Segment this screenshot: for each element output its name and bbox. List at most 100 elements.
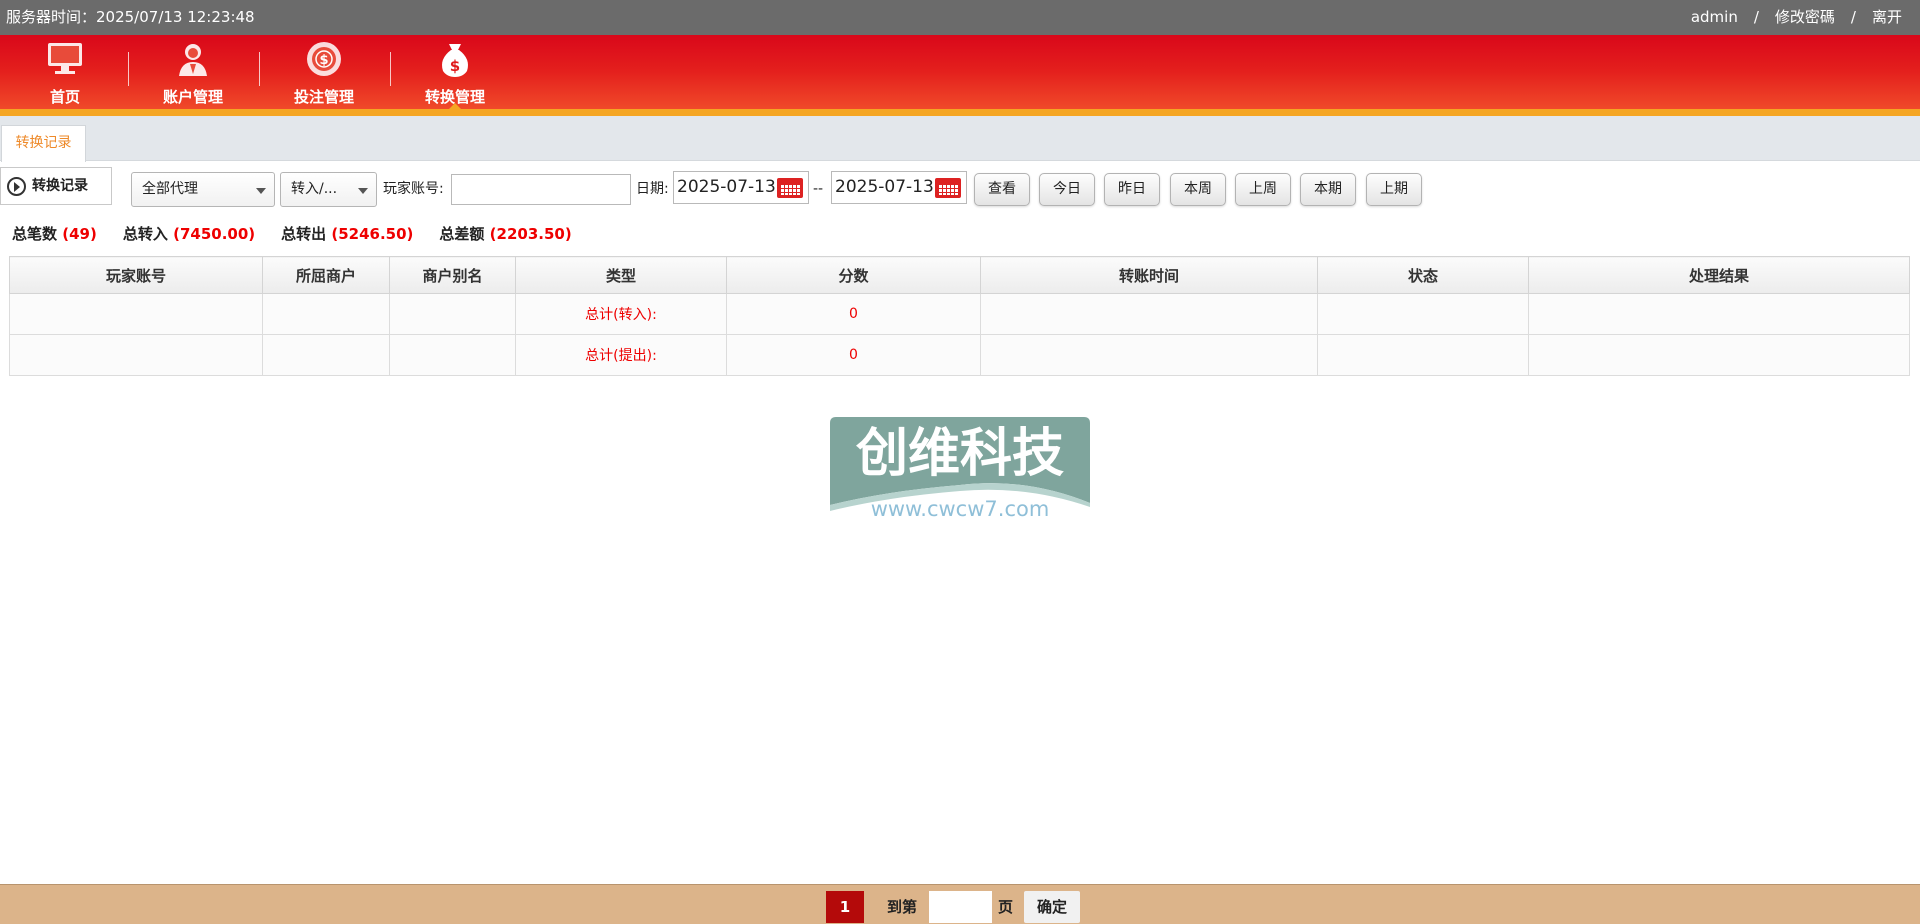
user-icon: [179, 44, 207, 76]
nav-label: 首页: [49, 88, 80, 106]
page-number-input[interactable]: [929, 891, 992, 923]
column-header: 处理结果: [1528, 256, 1910, 294]
nav-label: 账户管理: [162, 88, 223, 106]
agent-select[interactable]: 全部代理: [131, 172, 275, 207]
totals-summary: 总笔数 (49) 总转入 (7450.00) 总转出 (5246.50) 总差额…: [12, 223, 598, 244]
current-page-button[interactable]: 1: [826, 891, 864, 923]
section-label-text: 转换记录: [32, 178, 88, 194]
total-count-value: (49): [62, 225, 97, 243]
yesterday-button[interactable]: 昨日: [1104, 173, 1160, 206]
main-nav: 首页 账户管理 $ 投注管理 $ 转换管理: [0, 35, 1920, 116]
last-week-button[interactable]: 上周: [1235, 173, 1291, 206]
transfer-records-table: 玩家账号 所屈商户 商户别名 类型 分数 转账时间 状态 处理结果 总计(转入)…: [9, 256, 1910, 376]
table-cell: [9, 293, 263, 335]
column-header: 分数: [726, 256, 981, 294]
table-cell: [262, 334, 390, 376]
nav-label: 投注管理: [293, 88, 354, 106]
table-cell: [262, 293, 390, 335]
chevron-down-icon: [358, 188, 368, 194]
total-diff: 总差额 (2203.50): [439, 223, 571, 244]
logout-link[interactable]: 离开: [1866, 0, 1908, 35]
svg-text:$: $: [319, 53, 328, 68]
nav-item-accounts[interactable]: 账户管理: [128, 35, 258, 109]
total-score-cell: 0: [726, 293, 981, 335]
column-header: 玩家账号: [9, 256, 263, 294]
pagination-bar: 1 到第 页 确定: [0, 884, 1920, 924]
column-header: 类型: [515, 256, 727, 294]
total-count: 总笔数 (49): [12, 223, 97, 244]
last-period-button[interactable]: 上期: [1366, 173, 1422, 206]
separator: /: [1753, 8, 1759, 26]
total-out-label: 总转出: [281, 225, 327, 243]
type-select[interactable]: 转入/...: [280, 172, 377, 207]
table-cell: [980, 293, 1318, 335]
total-out: 总转出 (5246.50): [281, 223, 413, 244]
table-cell: [1317, 334, 1529, 376]
date-label: 日期:: [636, 181, 669, 197]
top-status-bar: 服务器时间：2025/07/13 12:23:48 admin / 修改密碼 /…: [0, 0, 1920, 35]
filter-toolbar: 转换记录 全部代理 转入/... 玩家账号: 日期: 2025-07-13 --…: [0, 166, 1920, 207]
calendar-icon[interactable]: [935, 178, 961, 198]
date-separator: --: [813, 181, 824, 197]
monitor-icon: [48, 43, 82, 74]
total-in-label: 总转入: [122, 225, 168, 243]
username: admin: [1690, 8, 1738, 26]
money-bag-icon: $: [442, 44, 468, 77]
column-header: 所屈商户: [262, 256, 390, 294]
table-cell: [980, 334, 1318, 376]
column-header: 商户别名: [389, 256, 516, 294]
confirm-button[interactable]: 确定: [1024, 891, 1080, 923]
nav-item-bets[interactable]: $ 投注管理: [259, 35, 389, 109]
table-cell: [389, 334, 516, 376]
total-out-value: (5246.50): [331, 225, 414, 243]
separator: /: [1850, 8, 1856, 26]
total-type-cell: 总计(提出):: [515, 334, 727, 376]
tab-transfer-records[interactable]: 转换记录: [1, 125, 86, 162]
table-row: 总计(提出): 0: [9, 334, 1910, 376]
agent-select-value: 全部代理: [142, 181, 198, 197]
watermark-logo: 创维科技 www.cwcw7.com: [830, 417, 1090, 521]
account-label: 玩家账号:: [383, 181, 444, 197]
table-row: 总计(转入): 0: [9, 293, 1910, 335]
page-label: 页: [998, 898, 1014, 916]
svg-text:$: $: [450, 57, 460, 75]
today-button[interactable]: 今日: [1039, 173, 1095, 206]
view-button[interactable]: 查看: [974, 173, 1030, 206]
chip-icon: $: [307, 42, 341, 76]
account-input[interactable]: [451, 174, 631, 205]
table-cell: [1317, 293, 1529, 335]
total-type-cell: 总计(转入):: [515, 293, 727, 335]
date-from-input[interactable]: 2025-07-13: [673, 171, 809, 204]
calendar-icon[interactable]: [777, 178, 803, 198]
change-password-link[interactable]: 修改密碼: [1769, 0, 1841, 35]
nav-item-home[interactable]: 首页: [0, 35, 130, 109]
column-header: 状态: [1317, 256, 1529, 294]
play-circle-icon: [7, 177, 26, 196]
this-week-button[interactable]: 本周: [1170, 173, 1226, 206]
nav-item-transfer[interactable]: $ 转换管理: [390, 35, 520, 110]
chevron-down-icon: [256, 188, 266, 194]
table-header-row: 玩家账号 所屈商户 商户别名 类型 分数 转账时间 状态 处理结果: [9, 256, 1910, 294]
total-score-cell: 0: [726, 334, 981, 376]
table-cell: [389, 293, 516, 335]
total-in-value: (7450.00): [173, 225, 256, 243]
table-cell: [9, 334, 263, 376]
watermark-title: 创维科技: [855, 424, 1064, 484]
total-diff-value: (2203.50): [489, 225, 572, 243]
tab-bar: 转换记录: [0, 116, 1920, 162]
server-time: 服务器时间：2025/07/13 12:23:48: [6, 8, 255, 26]
table-cell: [1528, 334, 1910, 376]
total-count-label: 总笔数: [12, 225, 58, 243]
nav-accent-stripe: [0, 109, 1920, 116]
date-to-input[interactable]: 2025-07-13: [831, 171, 967, 204]
watermark-url: www.cwcw7.com: [871, 497, 1050, 521]
goto-label: 到第: [887, 898, 918, 916]
this-period-button[interactable]: 本期: [1300, 173, 1356, 206]
total-diff-label: 总差额: [439, 225, 485, 243]
type-select-value: 转入/...: [291, 181, 338, 197]
user-menu: admin / 修改密碼 / 离开: [1685, 0, 1908, 35]
section-label: 转换记录: [0, 167, 112, 205]
table-cell: [1528, 293, 1910, 335]
date-from-value: 2025-07-13: [677, 177, 776, 197]
column-header: 转账时间: [980, 256, 1318, 294]
